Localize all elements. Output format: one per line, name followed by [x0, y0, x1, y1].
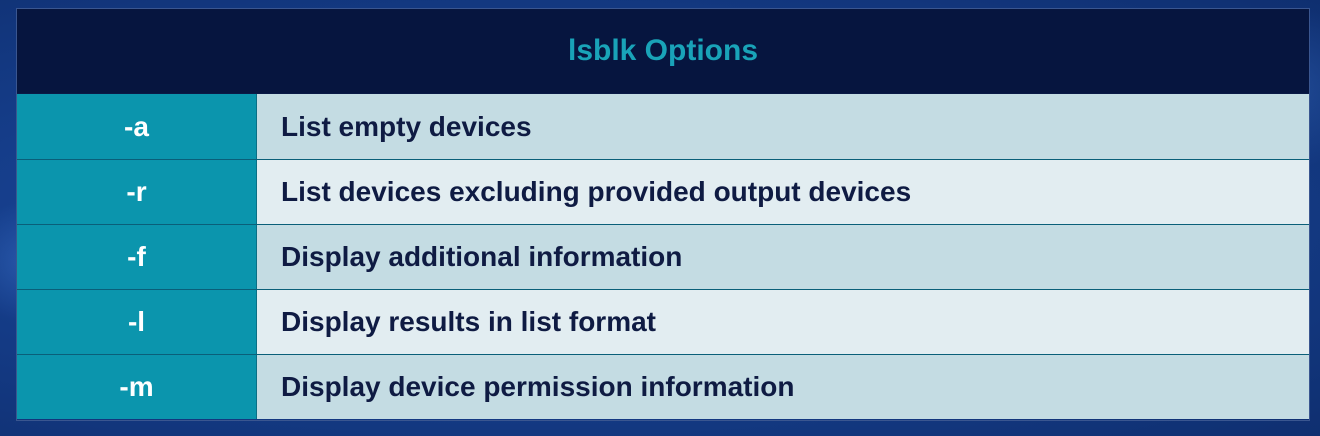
option-description: Display results in list format	[257, 290, 1309, 354]
option-flag: -a	[17, 94, 257, 159]
table-title: lsblk Options	[17, 9, 1309, 94]
table-row: -l Display results in list format	[17, 289, 1309, 354]
option-flag: -m	[17, 355, 257, 419]
option-flag: -l	[17, 290, 257, 354]
options-table: lsblk Options -a List empty devices -r L…	[16, 8, 1310, 421]
option-description: List devices excluding provided output d…	[257, 160, 1309, 224]
option-description: Display device permission information	[257, 355, 1309, 419]
option-flag: -r	[17, 160, 257, 224]
option-description: Display additional information	[257, 225, 1309, 289]
table-row: -r List devices excluding provided outpu…	[17, 159, 1309, 224]
table-row: -f Display additional information	[17, 224, 1309, 289]
option-description: List empty devices	[257, 94, 1309, 159]
option-flag: -f	[17, 225, 257, 289]
table-row: -m Display device permission information	[17, 354, 1309, 419]
table-row: -a List empty devices	[17, 94, 1309, 159]
